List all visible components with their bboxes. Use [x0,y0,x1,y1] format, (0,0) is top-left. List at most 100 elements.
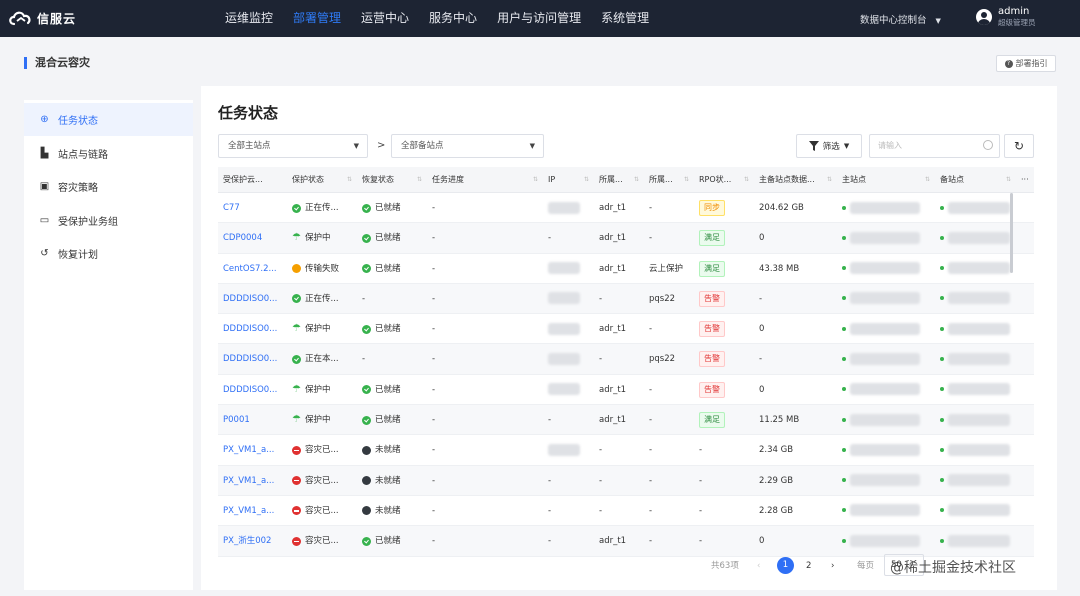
pagination-next[interactable]: › [831,556,834,576]
rpo-tag: 告警 [699,381,725,398]
column-header-8[interactable]: 主备站点数据... [754,167,837,193]
vm-name-link[interactable]: DDDDISO0... [218,284,287,314]
backup-site-select[interactable]: 全部备站点 ▼ [391,134,544,158]
page-header: 混合云容灾 [0,37,1080,85]
rpo-tag: 告警 [699,290,725,307]
vm-name-link[interactable]: PX_VM1_a... [218,435,287,465]
owner2-cell: - [649,536,653,547]
protect-status-text: 正在传... [305,293,339,304]
protect-status-cell: 正在传... [287,284,357,314]
rpo-value: - [699,536,703,547]
sort-icon[interactable]: ⇅ [925,167,930,193]
deploy-guide-button[interactable]: ? 部署指引 [996,55,1056,72]
vm-name-link[interactable]: PX_VM1_a... [218,496,287,526]
filter-button[interactable]: 筛选 ▼ [796,134,862,158]
sort-icon[interactable]: ⇅ [744,167,749,193]
nav-item-2[interactable]: 运营中心 [351,0,419,37]
sidebar-item-1[interactable]: ▙ 站点与链路 [24,137,193,170]
vm-name-link[interactable]: C77 [218,193,287,223]
vm-name-link[interactable]: DDDDISO0... [218,375,287,405]
ip-cell [543,344,594,374]
sort-icon[interactable]: ⇅ [1006,167,1011,193]
top-navbar: 信服云 运维监控 部署管理 运营中心 服务中心 用户与访问管理 系统管理 数据中心控制台 ▼… [0,0,1080,37]
recover-status-cell: 已就绪 [357,405,427,435]
ip-cell [543,375,594,405]
datacenter-select[interactable]: 数据中心控制台 ▼ [860,12,941,26]
sort-icon[interactable]: ⇅ [827,167,832,193]
table-row[interactable]: P0001 ☂ 保护中 已就绪 - - adr_t1- 满足 11.25 MB [218,405,1034,436]
nav-item-0[interactable]: 运维监控 [215,0,283,37]
main-title: 任务状态 [218,104,279,122]
main-panel: 任务状态 全部主站点 ▼ > 全部备站点 ▼ 筛选 ▼ 请输入 ↻ 受保护云..… [201,86,1057,590]
owner-cell: adr_t1 [599,536,627,547]
table-row[interactable]: DDDDISO0... 正在传... - - - pqs22 告警 - [218,283,1034,315]
table-scrollbar[interactable] [1010,193,1013,273]
table-row[interactable]: DDDDISO0... ☂ 保护中 已就绪 - adr_t1- 告警 0 [218,314,1034,345]
redacted-ip [548,292,580,305]
nav-item-3[interactable]: 服务中心 [419,0,487,37]
sidebar-item-3[interactable]: ▭ 受保护业务组 [24,204,193,237]
vm-name-link[interactable]: PX_VM1_a... [218,466,287,496]
sidebar-item-4[interactable]: ↺ 恢复计划 [24,237,193,270]
online-dot-icon [842,235,846,240]
vm-name-link[interactable]: PX_浙生002 [218,526,287,556]
vm-name-link[interactable]: P0001 [218,405,287,435]
sort-icon[interactable]: ⇅ [533,167,538,193]
sort-icon[interactable]: ⇅ [584,167,589,193]
ip-cell [543,254,594,284]
primary-site-cell [837,284,935,314]
progress-cell: - [432,233,436,244]
recover-status-text: 已就绪 [375,233,401,244]
nav-item-5[interactable]: 系统管理 [591,0,659,37]
vm-name-link[interactable]: DDDDISO0... [218,314,287,344]
table-row[interactable]: PX_VM1_a... 容灾已... 未就绪 - - - - - 2.29 GB [218,465,1034,496]
nav-item-1[interactable]: 部署管理 [283,0,351,37]
table-row[interactable]: C77 正在传... 已就绪 - adr_t1 - 同步 204.62 GB [218,193,1034,224]
column-header-9[interactable]: 主站点 [837,167,935,193]
vm-name-link[interactable]: DDDDISO0... [218,344,287,374]
nav-item-4[interactable]: 用户与访问管理 [487,0,591,37]
pagination-prev[interactable]: ‹ [757,556,760,576]
table-row[interactable]: CentOS7.2... 传输失败 已就绪 - adr_t1 云上保护 满足 43.38 MB [218,254,1034,284]
column-header-10[interactable]: 备站点 [935,167,1016,193]
search-input[interactable]: 请输入 [869,134,1000,158]
primary-site-select[interactable]: 全部主站点 ▼ [218,134,368,158]
clock-icon [362,476,371,486]
primary-site-cell [837,435,935,465]
table-row[interactable]: PX_VM1_a... 容灾已... 未就绪 - - - - 2.34 GB [218,435,1034,466]
recover-status-cell: 已就绪 [357,223,427,253]
refresh-button[interactable]: ↻ [1004,134,1034,158]
table-row[interactable]: PX_VM1_a... 容灾已... 未就绪 - - - - - 2.28 GB [218,496,1034,527]
sort-icon[interactable]: ⇅ [347,167,352,193]
ip-cell [543,284,594,314]
pagination-page-2[interactable]: 2 [806,556,811,576]
rpo-cell: 告警 [694,284,754,314]
user-menu[interactable]: admin 超级管理员 [976,6,1036,28]
vm-name-link[interactable]: CentOS7.2... [218,254,287,284]
sidebar-item-0[interactable]: ⊕ 任务状态 [24,103,193,136]
sidebar-item-2[interactable]: ▣ 容灾策略 [24,170,193,203]
column-header-3[interactable]: 任务进度 [427,167,543,193]
table-row[interactable]: CDP0004 ☂ 保护中 已就绪 - - adr_t1- 满足 0 [218,223,1034,254]
logo[interactable]: 信服云 [8,9,76,27]
sort-icon[interactable]: ⇅ [684,167,689,193]
table-row[interactable]: DDDDISO0... ☂ 保护中 已就绪 - adr_t1- 告警 0 [218,375,1034,406]
sort-icon[interactable]: ⇅ [634,167,639,193]
vm-name-link[interactable]: CDP0004 [218,223,287,253]
column-header-0[interactable]: 受保护云... [218,167,287,193]
recover-status: 未就绪 [362,496,401,526]
page-size-label: 每页 [857,561,875,571]
protect-status-cell: ☂ 保护中 [287,375,357,405]
protect-status-text: 保护中 [304,233,331,244]
sort-icon[interactable]: ⇅ [417,167,422,193]
recover-status: 已就绪 [362,314,401,344]
backup-site-select-value: 全部备站点 [401,141,444,151]
column-header-11[interactable]: ··· [1016,167,1034,193]
sidebar-item-label: 受保护业务组 [58,216,118,228]
clock-icon [362,506,371,516]
pagination-page-1[interactable]: 1 [777,557,794,574]
table-row[interactable]: DDDDISO0... 正在本... - - - pqs22 告警 - [218,344,1034,375]
redacted-site [850,262,920,275]
table-row[interactable]: PX_浙生002 容灾已... 已就绪 - - adr_t1 - - 0 [218,526,1034,557]
online-dot-icon [940,447,944,452]
